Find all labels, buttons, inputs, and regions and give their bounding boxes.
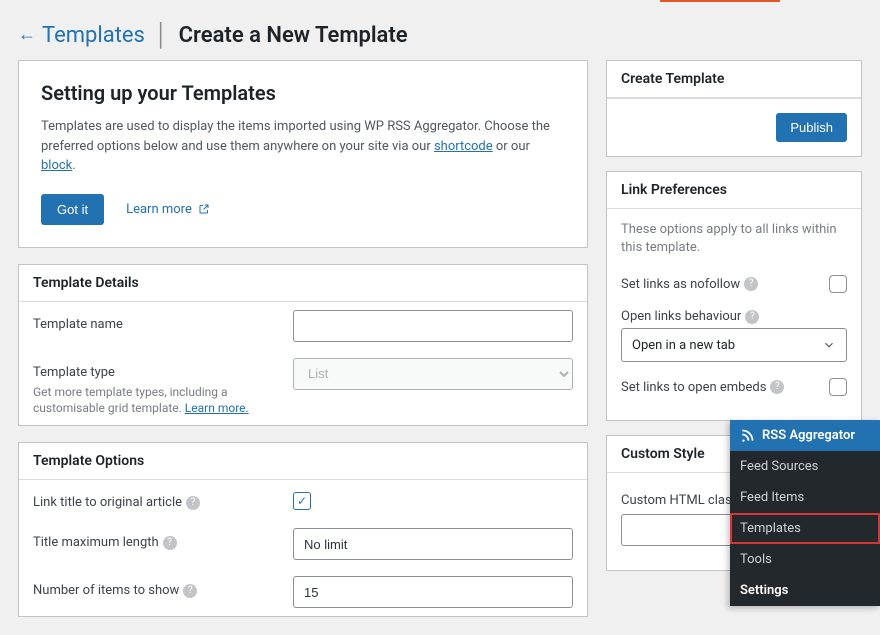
template-details-title: Template Details xyxy=(19,265,587,302)
chevron-down-icon xyxy=(822,338,836,352)
help-icon[interactable]: ? xyxy=(183,584,197,598)
publish-button[interactable]: Publish xyxy=(776,113,847,142)
open-links-select[interactable]: Open in a new tab xyxy=(621,328,847,362)
menu-item-templates[interactable]: Templates xyxy=(730,513,880,544)
template-type-learn-more-link[interactable]: Learn more. xyxy=(185,401,249,415)
title-max-input[interactable] xyxy=(293,528,573,560)
nofollow-checkbox[interactable] xyxy=(829,275,847,293)
help-icon[interactable]: ? xyxy=(163,536,177,550)
menu-item-feed-sources[interactable]: Feed Sources xyxy=(730,451,880,482)
learn-more-link[interactable]: Learn more xyxy=(126,202,210,217)
menu-item-settings[interactable]: Settings xyxy=(730,575,880,606)
nofollow-label: Set links as nofollow xyxy=(621,277,740,292)
help-icon[interactable]: ? xyxy=(770,380,784,394)
create-template-title: Create Template xyxy=(607,61,861,98)
menu-item-tools[interactable]: Tools xyxy=(730,544,880,575)
admin-menu-popup: RSS Aggregator Feed Sources Feed Items T… xyxy=(730,420,880,606)
custom-class-label: Custom HTML class xyxy=(621,493,738,508)
rss-icon xyxy=(740,429,754,443)
link-title-checkbox[interactable]: ✓ xyxy=(293,492,311,510)
help-icon[interactable]: ? xyxy=(186,496,200,510)
link-preferences-note: These options apply to all links within … xyxy=(621,221,847,257)
template-name-input[interactable] xyxy=(293,310,573,342)
embeds-label: Set links to open embeds xyxy=(621,380,766,395)
template-type-label: Template type xyxy=(33,364,273,382)
intro-panel: Setting up your Templates Templates are … xyxy=(18,60,588,248)
link-preferences-panel: Link Preferences These options apply to … xyxy=(606,171,862,421)
template-details-panel: Template Details Template name Template … xyxy=(18,264,588,427)
template-type-select[interactable]: List xyxy=(293,358,573,390)
block-link[interactable]: block xyxy=(41,158,72,173)
template-options-panel: Template Options Link title to original … xyxy=(18,442,588,617)
shortcode-link[interactable]: shortcode xyxy=(434,139,493,154)
link-preferences-title: Link Preferences xyxy=(607,172,861,209)
create-template-panel: Create Template Publish xyxy=(606,60,862,157)
template-type-hint: Get more template types, including a cus… xyxy=(33,384,273,418)
num-items-input[interactable] xyxy=(293,576,573,608)
admin-menu-head[interactable]: RSS Aggregator xyxy=(730,420,880,451)
breadcrumb: ← Templates │ Create a New Template xyxy=(0,4,880,60)
external-link-icon xyxy=(198,203,210,215)
back-arrow-icon[interactable]: ← xyxy=(18,26,36,44)
link-title-label: Link title to original article xyxy=(33,495,182,510)
intro-body: Templates are used to display the items … xyxy=(41,117,565,176)
help-icon[interactable]: ? xyxy=(745,310,759,324)
help-icon[interactable]: ? xyxy=(744,277,758,291)
menu-item-feed-items[interactable]: Feed Items xyxy=(730,482,880,513)
template-options-title: Template Options xyxy=(19,443,587,480)
num-items-label: Number of items to show xyxy=(33,583,179,598)
breadcrumb-separator: │ xyxy=(155,22,169,48)
intro-heading: Setting up your Templates xyxy=(41,81,565,105)
breadcrumb-back-link[interactable]: Templates xyxy=(42,23,145,48)
template-name-label: Template name xyxy=(33,310,273,334)
open-links-label: Open links behaviour xyxy=(621,309,741,324)
got-it-button[interactable]: Got it xyxy=(41,194,104,225)
title-max-label: Title maximum length xyxy=(33,535,159,550)
embeds-checkbox[interactable] xyxy=(829,378,847,396)
page-title: Create a New Template xyxy=(179,23,408,48)
